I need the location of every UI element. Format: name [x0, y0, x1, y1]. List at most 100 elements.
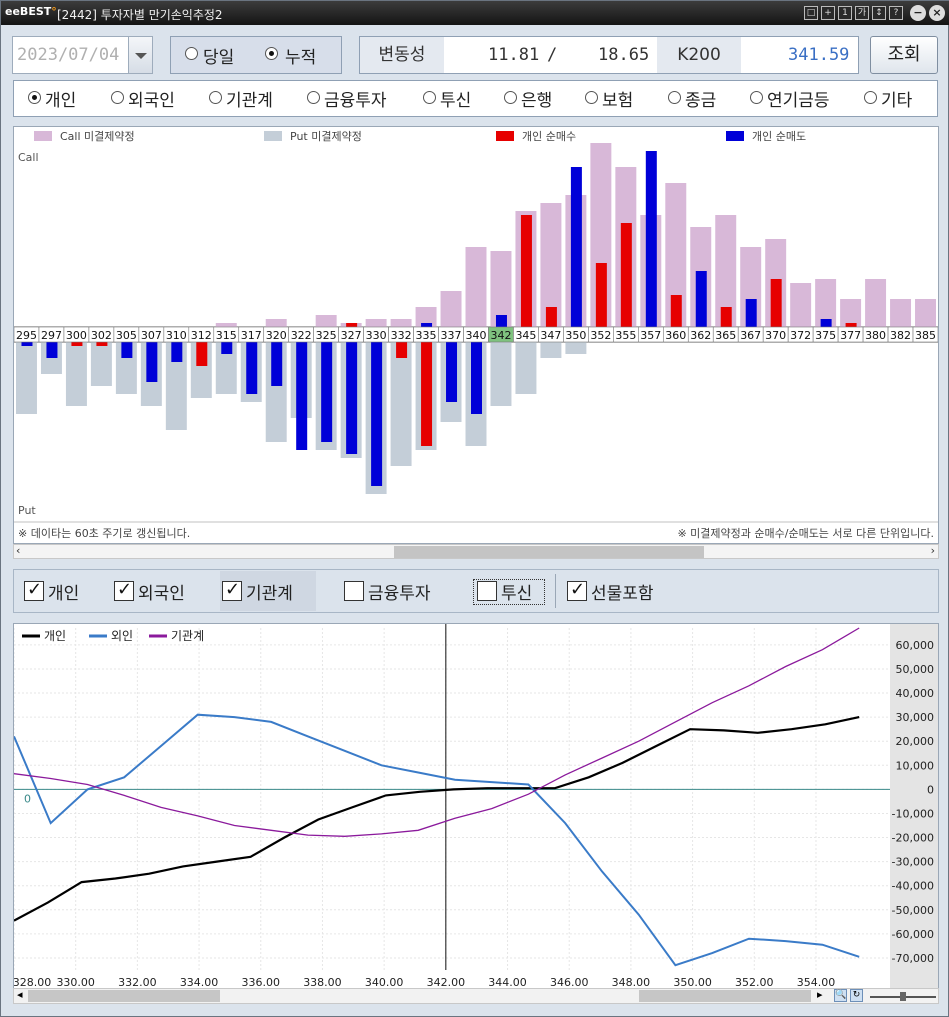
strike-label: 305 [116, 329, 137, 342]
mode-radio-cumulative[interactable] [265, 47, 278, 60]
line-chart-scroll-left-thumb[interactable] [28, 990, 220, 1002]
net-sell-bar [471, 342, 482, 414]
filter-checkbox-3[interactable] [344, 581, 364, 601]
strike-label: 312 [191, 329, 212, 342]
link-icon[interactable]: 1 [838, 6, 852, 20]
bar-chart-scroll-thumb[interactable] [394, 546, 704, 558]
investor-radio-3[interactable] [307, 91, 320, 104]
zoom-icon[interactable]: 🔍 [834, 989, 847, 1002]
index-label: K200 [657, 37, 741, 73]
investor-label-3: 금융투자 [324, 91, 387, 111]
volatility-value-2: 18.65 [598, 45, 650, 65]
strike-label: 327 [341, 329, 362, 342]
strike-label: 297 [41, 329, 62, 342]
y-tick-label: -10,000 [892, 807, 934, 820]
font-size-icon[interactable]: 가 [855, 6, 869, 20]
filter-checkbox-1[interactable] [114, 579, 134, 601]
strike-label: 330 [366, 329, 387, 342]
put-label: Put [18, 504, 36, 517]
call-oi-bar [790, 283, 812, 327]
footer-note-right: ※ 미결제약정과 순매수/순매도는 서로 다른 단위입니다. [677, 526, 934, 540]
investor-label-1: 외국인 [128, 91, 175, 111]
y-tick-label: -50,000 [892, 904, 934, 917]
filter-checkbox-0[interactable] [24, 579, 44, 601]
net-sell-bar [46, 342, 58, 358]
date-input[interactable]: 2023/07/04 [12, 36, 153, 74]
net-sell-bar [21, 342, 33, 346]
mode-radio-group: 당일 누적 [170, 36, 342, 74]
call-oi-bar [390, 319, 412, 327]
order-icon[interactable]: ↕ [872, 6, 886, 20]
put-oi-bar [490, 342, 512, 406]
strike-label: 337 [441, 329, 462, 342]
net-buy-bar [71, 342, 83, 346]
investor-radio-4[interactable] [423, 91, 436, 104]
investor-radio-8[interactable] [750, 91, 763, 104]
footer-note-left: ※ 데이타는 60초 주기로 갱신됩니다. [18, 527, 190, 540]
net-sell-bar [695, 271, 707, 327]
line-chart-scroll-right-thumb[interactable] [639, 990, 811, 1002]
investor-label-7: 종금 [685, 91, 717, 111]
filter-checkbox-5[interactable] [567, 579, 587, 601]
call-oi-bar [890, 299, 912, 327]
investor-radio-1[interactable] [111, 91, 124, 104]
net-sell-bar [570, 167, 582, 327]
search-button[interactable]: 조회 [870, 36, 938, 74]
y-tick-label: 0 [927, 783, 934, 796]
investor-radio-2[interactable] [209, 91, 222, 104]
bar-chart-scrollbar[interactable]: ‹ › [13, 544, 939, 559]
strike-label: 325 [316, 329, 337, 342]
net-sell-bar [296, 342, 308, 450]
strike-label: 335 [416, 329, 437, 342]
y-tick-label: -70,000 [892, 952, 934, 965]
put-oi-bar [390, 342, 412, 466]
investor-radio-5[interactable] [504, 91, 517, 104]
investor-label-9: 기타 [881, 91, 913, 111]
scroll-right-arrow-icon[interactable]: › [931, 544, 935, 557]
window-title: [2442] 투자자별 만기손익추정2 [57, 8, 223, 22]
net-sell-bar [421, 323, 433, 327]
filter-checkbox-2[interactable] [222, 579, 242, 601]
strike-label: 355 [615, 329, 636, 342]
strike-label: 360 [665, 329, 686, 342]
y-tick-label: -30,000 [892, 856, 934, 869]
mode-radio-daily[interactable] [185, 47, 198, 60]
net-buy-bar [845, 323, 857, 327]
call-oi-bar [865, 279, 887, 327]
pin-icon[interactable]: + [821, 6, 835, 20]
restore-icon[interactable]: □ [804, 6, 818, 20]
line-scroll-right-arrow-icon[interactable]: ▸ [817, 988, 823, 1001]
investor-radio-6[interactable] [585, 91, 598, 104]
y-tick-label: 40,000 [896, 687, 935, 700]
legend-swatch-0 [34, 131, 52, 141]
strike-label: 370 [765, 329, 786, 342]
strike-label: 357 [640, 329, 661, 342]
strike-label: 342 [490, 329, 511, 342]
scroll-left-arrow-icon[interactable]: ‹ [16, 544, 20, 557]
net-sell-bar [446, 342, 458, 402]
put-oi-bar [16, 342, 37, 414]
line-scroll-left-arrow-icon[interactable]: ◂ [17, 988, 23, 1001]
calendar-dropdown-button[interactable] [128, 37, 152, 73]
series-line-1 [13, 713, 860, 967]
net-sell-bar [820, 319, 832, 327]
zoom-slider-handle[interactable] [900, 992, 906, 1001]
investor-radio-0[interactable] [28, 91, 41, 104]
net-sell-bar [221, 342, 233, 354]
investor-label-6: 보험 [602, 91, 634, 111]
profit-loss-chart-svg: 60,000 50,000 40,000 30,000 20,000 10,000 0 -10… [13, 624, 938, 990]
close-icon[interactable]: × [929, 5, 945, 21]
filter-focus-outline [473, 579, 545, 605]
refresh-icon[interactable]: ↻ [850, 989, 863, 1002]
strike-label: 317 [241, 329, 262, 342]
investor-radio-7[interactable] [668, 91, 681, 104]
minimize-icon[interactable]: − [910, 5, 926, 21]
legend-swatch-2 [496, 131, 514, 141]
filter-label-3: 금융투자 [368, 584, 431, 604]
net-buy-bar [396, 342, 408, 358]
investor-radio-9[interactable] [864, 91, 877, 104]
net-sell-bar [745, 299, 757, 327]
line-chart-scrollbar[interactable]: ◂ ▸ 🔍 ↻ [13, 988, 939, 1004]
investor-label-0: 개인 [45, 91, 77, 111]
help-icon[interactable]: ? [889, 6, 903, 20]
